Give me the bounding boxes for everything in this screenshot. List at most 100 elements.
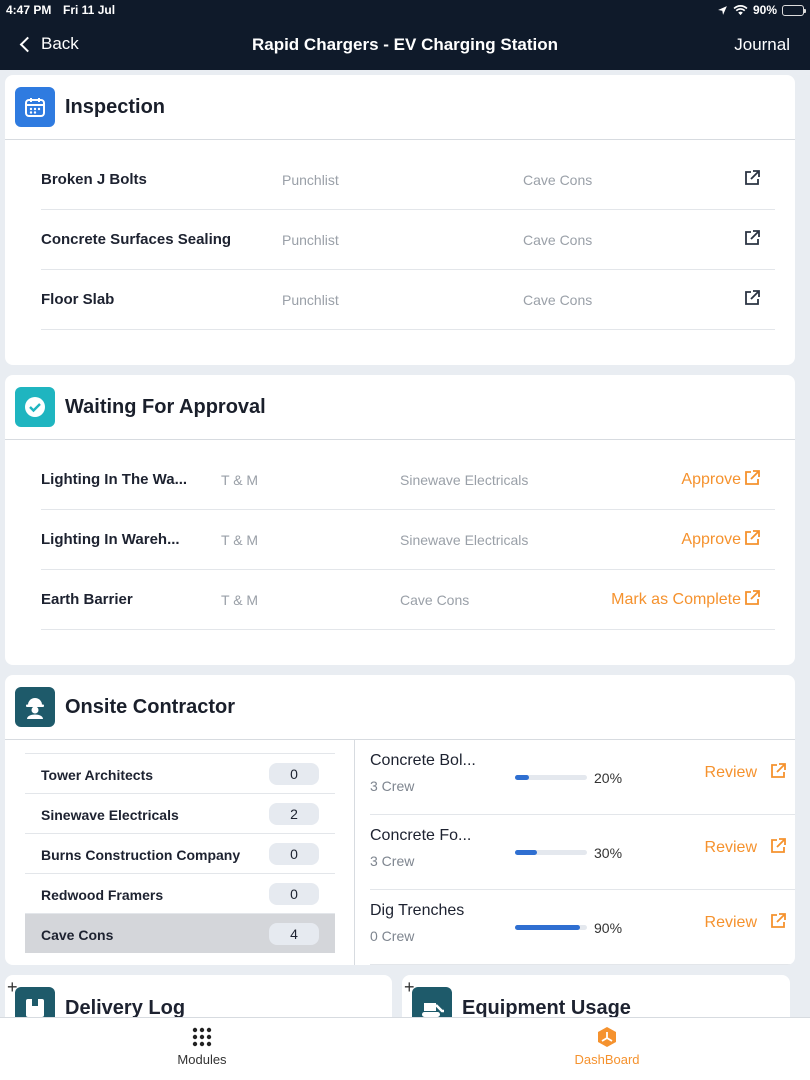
progress-fill [515,925,580,930]
list-item[interactable]: Broken J Bolts Punchlist Cave Cons [41,150,775,210]
worker-icon [15,687,55,727]
progress-bar [515,925,587,930]
progress-percent: 90% [594,920,623,936]
status-bar: 4:47 PM Fri 11 Jul 90% [6,3,806,19]
count-badge: 4 [269,923,319,945]
item-company: Sinewave Electricals [400,532,529,548]
item-name: Earth Barrier [41,591,133,608]
tab-modules[interactable]: Modules [142,1026,262,1067]
calendar-icon [15,87,55,127]
inspection-card: Inspection Broken J Bolts Punchlist Cave… [5,75,795,365]
progress-fill [515,775,530,780]
count-badge: 0 [269,763,319,785]
tab-bar: Modules DashBoard [0,1017,810,1080]
task-name: Concrete Bol... [370,752,476,769]
item-type: Punchlist [282,232,339,248]
task-item[interactable]: Dig Trenches 0 Crew 90% Review [370,890,795,965]
item-company: Cave Cons [523,232,593,248]
crew-count: 3 Crew [370,778,415,794]
journal-button[interactable]: Journal [734,35,790,55]
item-type: Punchlist [282,172,339,188]
item-company: Cave Cons [523,292,593,308]
review-button[interactable]: Review [705,839,757,857]
column-divider [354,740,355,965]
tab-modules-label: Modules [177,1052,227,1067]
crew-count: 0 Crew [370,928,415,944]
external-link-icon[interactable] [769,762,787,780]
onsite-header: Onsite Contractor [5,675,795,740]
task-item[interactable]: Concrete Fo... 3 Crew 30% Review [370,815,795,890]
battery-icon [782,4,806,16]
mark-complete-button[interactable]: Mark as Complete [611,591,741,609]
nav-bar: Back Rapid Chargers - EV Charging Statio… [0,28,810,64]
approval-title: Waiting For Approval [65,396,266,418]
battery-percent: 90% [752,3,777,17]
progress-fill [515,850,537,855]
contractor-item[interactable]: Sinewave Electricals 2 [25,793,335,833]
contractor-name: Cave Cons [41,927,114,943]
progress-bar [515,850,587,855]
count-badge: 2 [269,803,319,825]
count-badge: 0 [269,883,319,905]
list-item[interactable]: Earth Barrier T & M Cave Cons Mark as Co… [41,570,775,630]
external-link-icon[interactable] [743,589,761,607]
item-type: T & M [221,592,259,608]
status-date: Fri 11 Jul [63,3,116,17]
tab-dashboard-label: DashBoard [574,1052,640,1067]
external-link-icon[interactable] [769,912,787,930]
list-item[interactable]: Concrete Surfaces Sealing Punchlist Cave… [41,210,775,270]
review-button[interactable]: Review [705,764,757,782]
contractor-name: Redwood Framers [41,887,164,903]
item-name: Lighting In Wareh... [41,531,180,548]
item-name: Broken J Bolts [41,171,147,188]
task-name: Dig Trenches [370,902,465,919]
review-button[interactable]: Review [705,914,757,932]
task-list: Concrete Bol... 3 Crew 20% Review Concre… [370,740,795,965]
count-badge: 0 [269,843,319,865]
external-link-icon[interactable] [743,169,761,187]
contractor-item[interactable]: Tower Architects 0 [25,753,335,793]
external-link-icon[interactable] [743,289,761,307]
contractor-list: Tower Architects 0 Sinewave Electricals … [25,753,335,953]
crew-count: 3 Crew [370,853,415,869]
item-type: Punchlist [282,292,339,308]
progress-percent: 30% [594,845,623,861]
contractor-item-selected[interactable]: Cave Cons 4 [25,913,335,953]
check-circle-icon [15,387,55,427]
approval-card: Waiting For Approval Lighting In The Wa.… [5,375,795,665]
inspection-title: Inspection [65,96,166,118]
item-type: T & M [221,472,259,488]
item-name: Floor Slab [41,291,115,308]
external-link-icon[interactable] [743,469,761,487]
approve-button[interactable]: Approve [681,471,741,489]
external-link-icon[interactable] [743,529,761,547]
list-item[interactable]: Floor Slab Punchlist Cave Cons [41,270,775,330]
item-company: Cave Cons [400,592,470,608]
contractor-item[interactable]: Burns Construction Company 0 [25,833,335,873]
dashboard-icon [598,1027,616,1047]
list-item[interactable]: Lighting In Wareh... T & M Sinewave Elec… [41,510,775,570]
approve-button[interactable]: Approve [681,531,741,549]
contractor-name: Burns Construction Company [41,847,241,863]
list-item[interactable]: Lighting In The Wa... T & M Sinewave Ele… [41,450,775,510]
item-company: Cave Cons [523,172,593,188]
onsite-title: Onsite Contractor [65,696,236,718]
inspection-header: Inspection [5,75,795,140]
status-time: 4:47 PM [6,3,52,17]
status-right: 90% [717,3,806,17]
task-name: Concrete Fo... [370,827,472,844]
progress-percent: 20% [594,770,623,786]
location-icon [718,5,727,15]
top-bar: 4:47 PM Fri 11 Jul 90% Back Rapid Charge… [0,0,810,70]
page-title: Rapid Chargers - EV Charging Station [251,35,559,54]
contractor-name: Tower Architects [41,767,154,783]
progress-bar [515,775,587,780]
item-type: T & M [221,532,259,548]
wifi-icon [733,4,748,15]
contractor-item[interactable]: Redwood Framers 0 [25,873,335,913]
item-company: Sinewave Electricals [400,472,529,488]
task-item[interactable]: Concrete Bol... 3 Crew 20% Review [370,740,795,815]
external-link-icon[interactable] [769,837,787,855]
tab-dashboard[interactable]: DashBoard [547,1026,667,1067]
external-link-icon[interactable] [743,229,761,247]
